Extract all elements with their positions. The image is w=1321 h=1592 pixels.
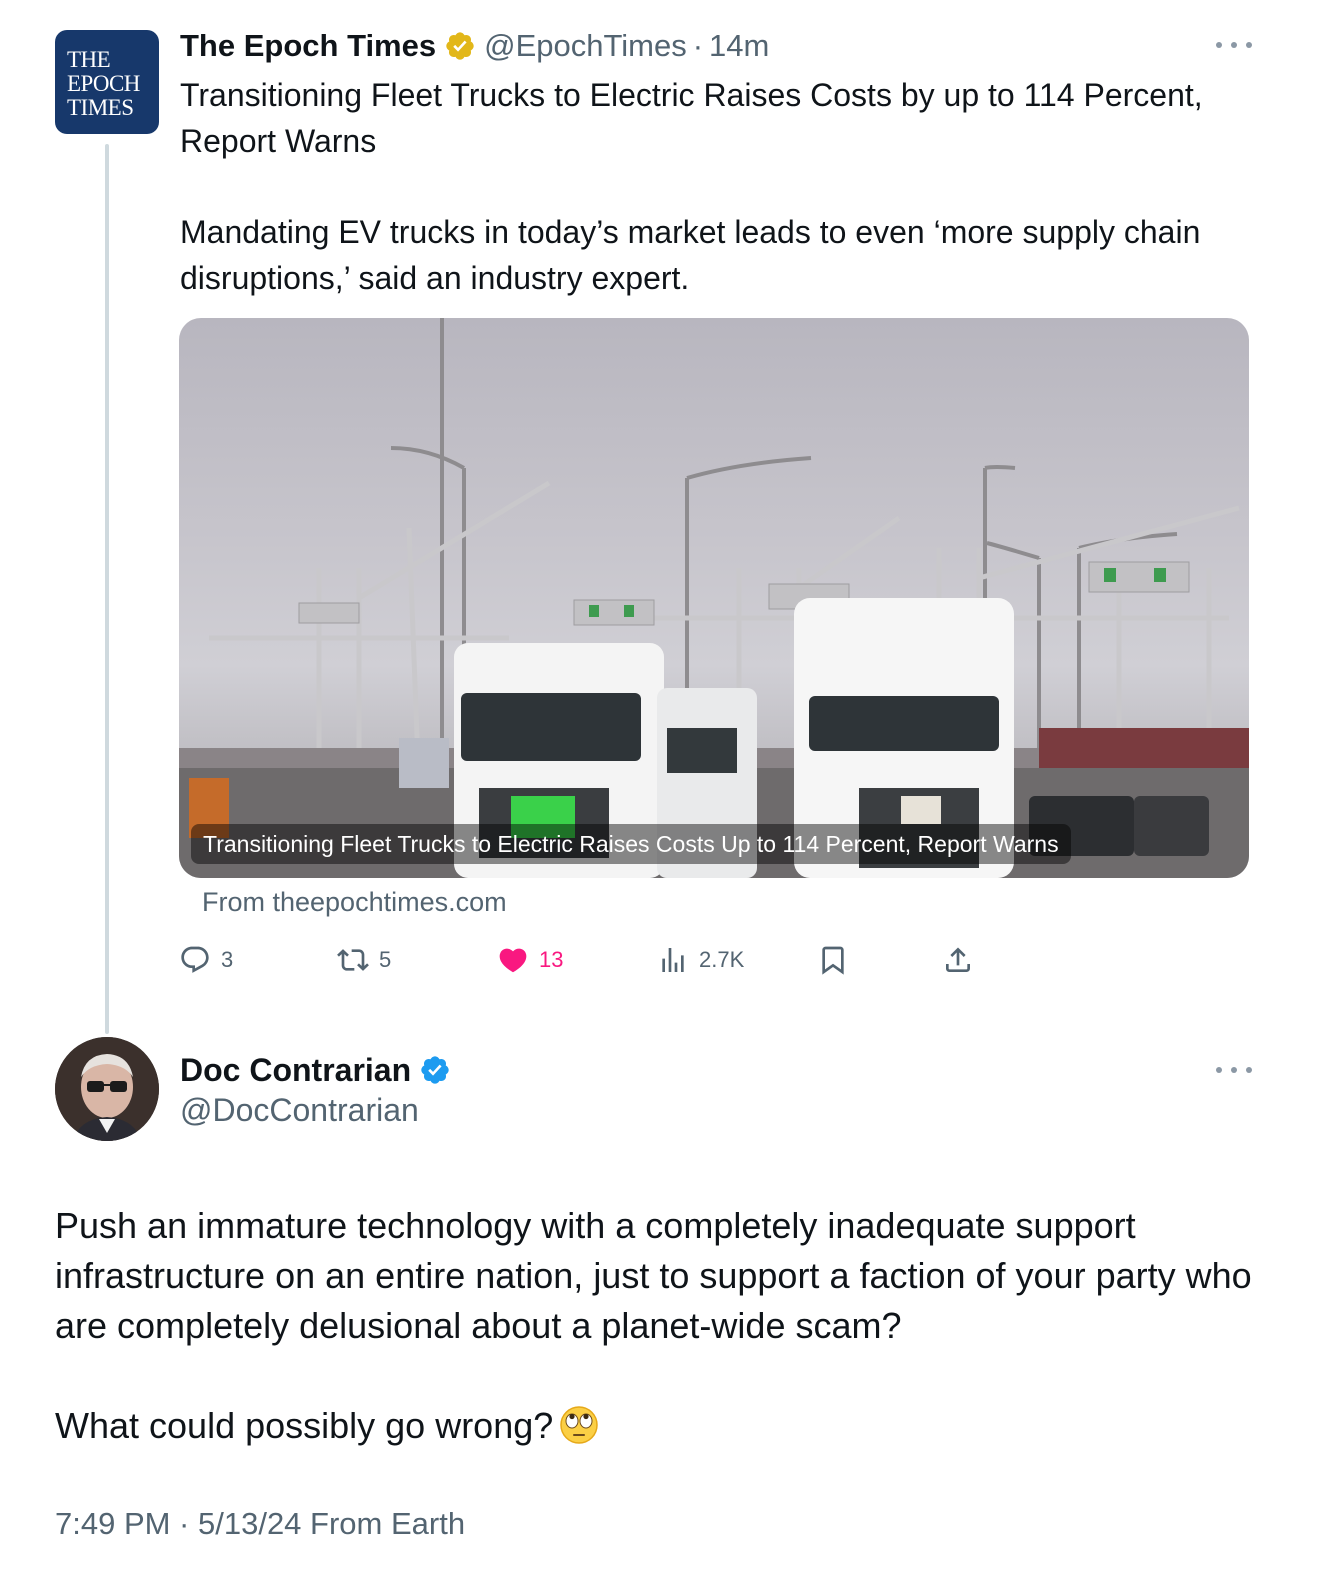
parent-author-handle[interactable]: @EpochTimes (484, 28, 687, 64)
avatar-photo (55, 1037, 159, 1141)
reply-paragraph-2: What could possibly go wrong? (55, 1405, 554, 1446)
tweet-thread: THE EPOCH TIMES The Epoch Times @EpochTi… (0, 0, 1321, 1592)
reply-icon (181, 946, 209, 973)
reply-count: 3 (221, 947, 234, 972)
repost-icon (337, 949, 369, 971)
views-chart-icon (662, 948, 684, 972)
parent-tweet-header: The Epoch Times @EpochTimes · 14m (180, 26, 769, 66)
reply-button[interactable]: 3 (179, 940, 233, 980)
gold-verified-badge-icon (446, 32, 474, 60)
more-options-icon[interactable] (1216, 1064, 1252, 1076)
reply-author-handle[interactable]: @DocContrarian (180, 1092, 419, 1129)
share-icon (946, 947, 970, 972)
logo-line-1: THE (67, 47, 111, 72)
reply-author-name-row: Doc Contrarian (180, 1050, 451, 1090)
views-button[interactable]: 2.7K (657, 940, 744, 980)
view-count: 2.7K (699, 947, 745, 972)
like-count: 13 (539, 947, 564, 972)
repost-count: 5 (379, 947, 392, 972)
more-options-icon[interactable] (1216, 39, 1252, 51)
parent-author-name[interactable]: The Epoch Times (180, 28, 436, 64)
reply-tweet-text: Push an immature technology with a compl… (55, 1201, 1295, 1451)
link-card-image[interactable]: Transitioning Fleet Trucks to Electric R… (179, 318, 1249, 878)
parent-subtext: Mandating EV trucks in today’s market le… (180, 214, 1201, 296)
bookmark-icon (822, 946, 844, 975)
parent-headline: Transitioning Fleet Trucks to Electric R… (180, 77, 1203, 159)
like-button[interactable]: 13 (497, 940, 563, 980)
thread-connector-line (105, 144, 109, 1034)
parent-time-ago[interactable]: 14m (709, 28, 769, 64)
logo-line-2: EPOCH (67, 71, 140, 96)
parent-tweet-text: Transitioning Fleet Trucks to Electric R… (180, 72, 1280, 301)
separator-dot: · (692, 28, 704, 63)
reply-paragraph-2-row: What could possibly go wrong? (55, 1401, 1295, 1451)
reply-paragraph-1: Push an immature technology with a compl… (55, 1205, 1252, 1346)
link-card-source[interactable]: From theepochtimes.com (202, 887, 507, 918)
reply-timestamp[interactable]: 7:49 PM · 5/13/24 From Earth (55, 1506, 465, 1542)
repost-button[interactable]: 5 (337, 940, 391, 980)
bookmark-button[interactable] (817, 940, 849, 980)
share-button[interactable] (942, 940, 974, 980)
reply-author-name[interactable]: Doc Contrarian (180, 1052, 411, 1089)
epoch-times-avatar[interactable]: THE EPOCH TIMES (55, 30, 159, 134)
heart-filled-icon (499, 948, 527, 973)
logo-line-3: TIMES (67, 95, 134, 120)
doc-contrarian-avatar[interactable] (55, 1037, 159, 1141)
eye-roll-emoji-icon (560, 1406, 599, 1444)
port-trucks-photo (179, 318, 1249, 878)
blue-check-icon (421, 1056, 449, 1084)
link-card-caption: Transitioning Fleet Trucks to Electric R… (191, 824, 1071, 864)
